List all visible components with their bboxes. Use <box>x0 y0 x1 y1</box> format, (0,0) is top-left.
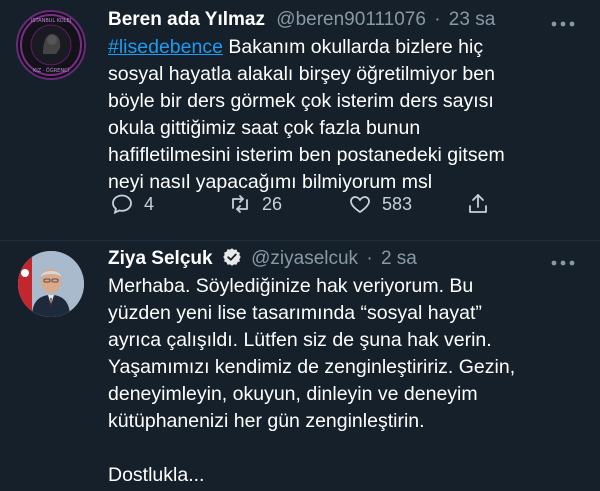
tweet-text-line: okula gittiğimiz saat çok fazla bunun <box>108 117 421 139</box>
retweet-count: 26 <box>262 193 283 214</box>
handle[interactable]: @beren90111076 <box>276 9 426 30</box>
retweet-icon <box>232 195 248 213</box>
tweet-header: Ziya Selçuk @ziyaselcuk · 2 sa <box>108 247 417 274</box>
like-count: 583 <box>382 193 413 214</box>
tweet-text-line: sosyal hayatla alakalı birşey öğretilmiy… <box>108 63 495 85</box>
reply-button[interactable]: 4 <box>110 192 154 216</box>
tweet-beren[interactable]: İSTANBUL KOLEJ KIZ · ÖĞRENCİ Beren ada Y… <box>0 0 600 240</box>
verified-badge-icon <box>222 247 242 274</box>
share-icon <box>469 194 487 213</box>
reply-count: 4 <box>144 193 155 214</box>
like-button[interactable]: 583 <box>348 192 412 216</box>
tweet-text-line: yüzden yeni lise tasarımında “sosyal hay… <box>108 302 482 324</box>
profile-photo-icon <box>18 251 84 317</box>
svg-text:KIZ · ÖĞRENCİ: KIZ · ÖĞRENCİ <box>33 67 69 74</box>
timestamp[interactable]: 23 sa <box>449 9 495 30</box>
handle[interactable]: @ziyaselcuk <box>251 248 358 269</box>
tweet-text-blank-line <box>108 435 600 462</box>
hashtag-link[interactable]: #lisedebence <box>108 36 223 58</box>
tweet-text-line: deneyimleyin, okuyun, dinleyin ve deneyi… <box>108 383 478 405</box>
heart-icon <box>350 196 370 214</box>
avatar-beren[interactable]: İSTANBUL KOLEJ KIZ · ÖĞRENCİ <box>16 10 86 80</box>
timestamp[interactable]: 2 sa <box>381 248 417 269</box>
tweet-text-line: Merhaba. Söylediğinize hak veriyorum. Bu <box>108 275 474 297</box>
more-dots-icon[interactable] <box>550 251 576 271</box>
separator: · <box>434 9 441 30</box>
display-name[interactable]: Beren ada Yılmaz <box>108 9 265 30</box>
avatar-ziya[interactable] <box>18 251 84 317</box>
more-dots-icon[interactable] <box>550 12 576 32</box>
retweet-button[interactable]: 26 <box>228 192 282 216</box>
tweet-closing: Dostlukla... <box>108 464 205 486</box>
tweet-text: Merhaba. Söylediğinize hak veriyorum. Bu… <box>108 273 600 489</box>
svg-text:İSTANBUL KOLEJ: İSTANBUL KOLEJ <box>31 17 71 24</box>
tweet-text-line: Yaşamımızı kendimiz de zenginleştiririz.… <box>108 356 516 378</box>
share-button[interactable] <box>466 192 490 216</box>
tweet-text-line: hafifletilmesini isterim ben postanedeki… <box>108 144 505 166</box>
tweet-actions: 4 26 583 <box>110 192 510 222</box>
avatar-logo-icon: İSTANBUL KOLEJ KIZ · ÖĞRENCİ <box>20 14 82 76</box>
tweet-text-line: #lisedebence Bakanım okullarda bizlere h… <box>108 34 600 61</box>
tweet-text-line: kütüphanenizi her gün zenginleştirin. <box>108 410 425 432</box>
tweet-text-line: böyle bir ders görmek çok isterim ders s… <box>108 90 494 112</box>
reply-icon <box>112 194 132 215</box>
tweet-text: #lisedebence Bakanım okullarda bizlere h… <box>108 34 600 196</box>
tweet-header: Beren ada Yılmaz @beren90111076 · 23 sa <box>108 8 495 32</box>
separator: · <box>366 248 373 269</box>
tweet-text-line: ayrıca çalışıldı. Lütfen siz de şuna hak… <box>108 329 492 351</box>
display-name[interactable]: Ziya Selçuk <box>108 248 213 269</box>
tweet-ziya[interactable]: Ziya Selçuk @ziyaselcuk · 2 sa Merhaba. … <box>0 241 600 491</box>
text-after-hashtag: Bakanım okullarda bizlere hiç <box>222 36 484 58</box>
